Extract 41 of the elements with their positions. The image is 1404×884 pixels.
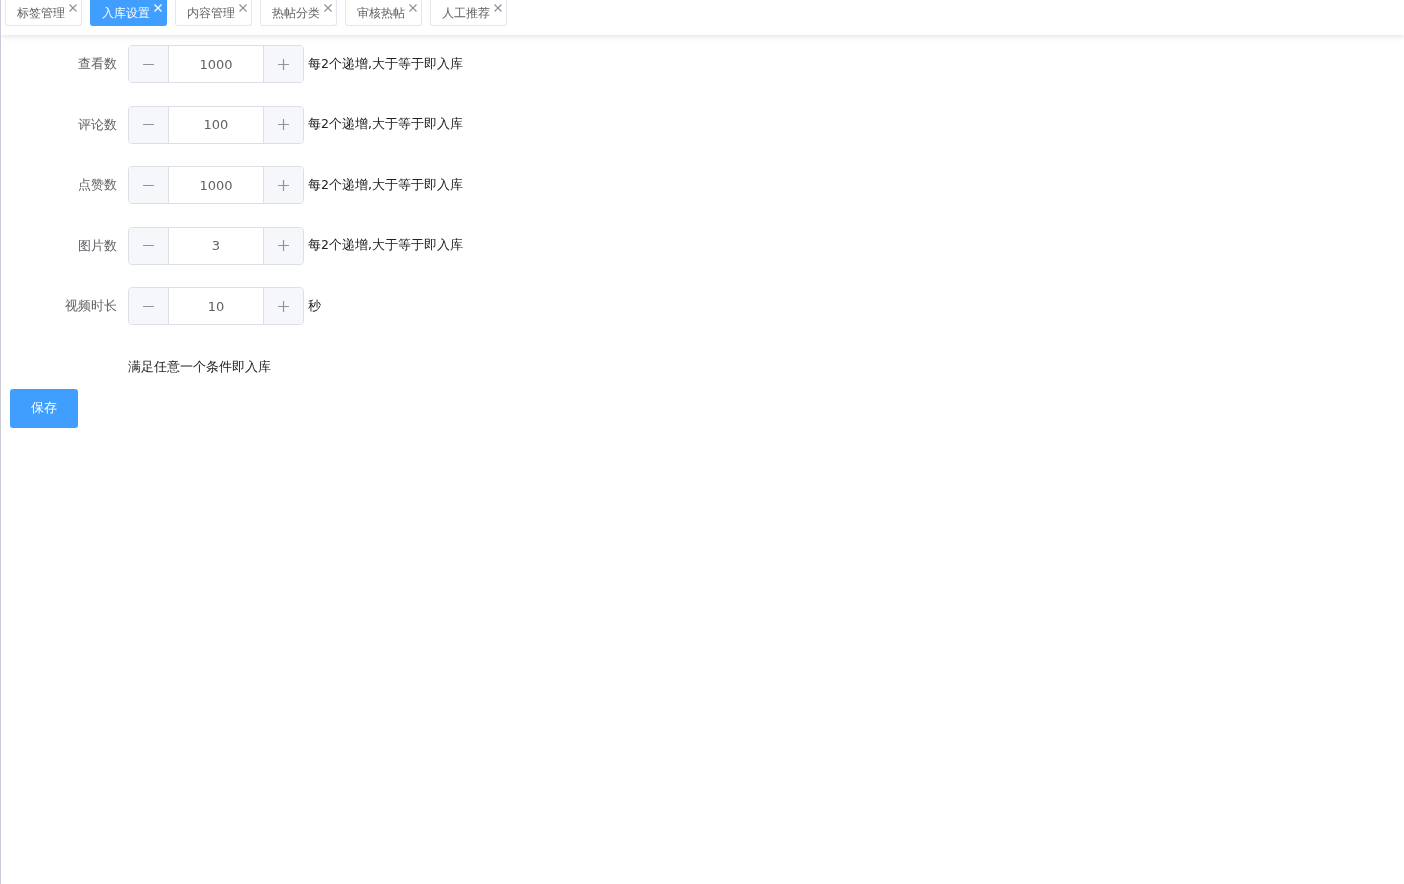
tab[interactable]: 审核热帖 [345,0,422,26]
field-hint: 每2个递增,大于等于即入库 [308,116,463,134]
close-icon[interactable] [69,4,77,12]
close-icon[interactable] [409,4,417,12]
decrease-button[interactable] [129,167,169,204]
tab[interactable]: 标签管理 [5,0,82,26]
field-label: 评论数 [77,115,118,134]
tab[interactable]: 人工推荐 [430,0,507,26]
decrease-button[interactable] [129,227,169,264]
plus-icon [278,119,289,131]
field-label: 视频时长 [64,297,118,316]
number-input[interactable]: 1000 [128,166,304,205]
tab[interactable]: 热帖分类 [260,0,337,26]
field-label: 图片数 [77,236,118,255]
close-icon[interactable] [239,4,247,12]
close-icon[interactable] [324,4,332,12]
plus-icon [278,58,289,70]
increase-button[interactable] [263,227,303,264]
decrease-button[interactable] [129,288,169,325]
decrease-button[interactable] [129,106,169,143]
increase-button[interactable] [263,167,303,204]
field-hint: 秒 [308,297,321,315]
tab[interactable]: 内容管理 [175,0,252,26]
condition-note: 满足任意一个条件即入库 [128,357,272,376]
field-hint: 每2个递增,大于等于即入库 [308,237,463,255]
increase-button[interactable] [263,288,303,325]
plus-icon [278,179,289,191]
field-hint: 每2个递增,大于等于即入库 [308,55,463,73]
number-input[interactable]: 100 [128,105,304,144]
number-input[interactable]: 10 [128,287,304,326]
field-label: 点赞数 [77,176,118,195]
increase-button[interactable] [263,106,303,143]
number-input[interactable]: 3 [128,226,304,265]
field-label: 查看数 [77,55,118,73]
close-icon[interactable] [494,4,502,12]
field-hint: 每2个递增,大于等于即入库 [308,176,463,194]
number-input[interactable]: 1000 [128,45,304,83]
plus-icon [278,240,289,252]
increase-button[interactable] [263,46,303,82]
plus-icon [278,300,289,312]
decrease-button[interactable] [129,46,169,82]
